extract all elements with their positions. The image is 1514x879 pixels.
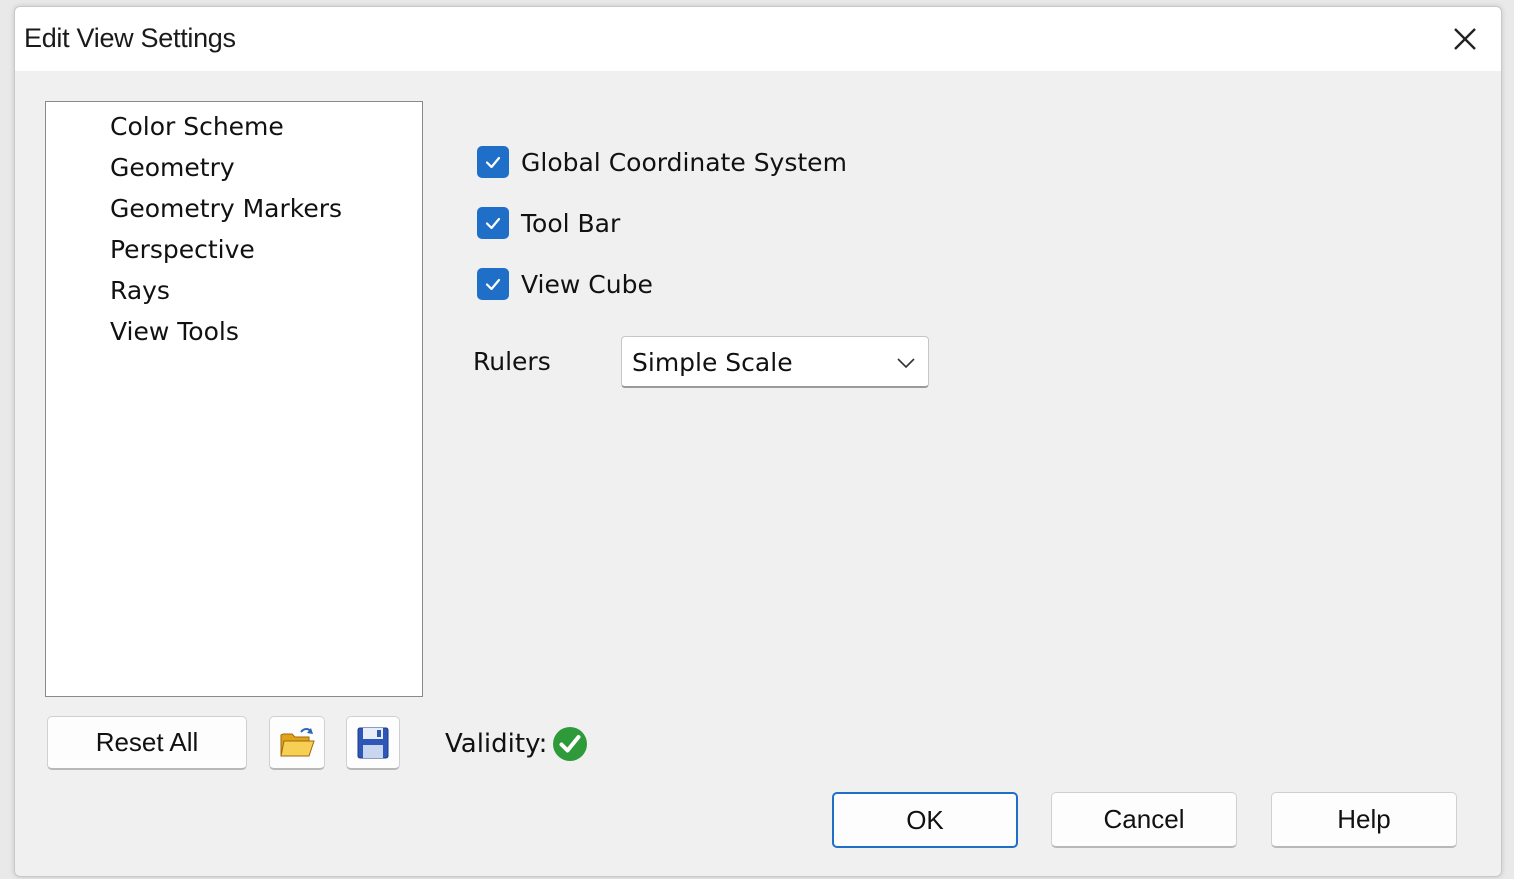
title-bar: Edit View Settings — [15, 7, 1501, 71]
rulers-select[interactable]: Simple Scale — [621, 336, 929, 388]
rulers-label: Rulers — [473, 347, 551, 376]
dialog-title: Edit View Settings — [24, 23, 236, 53]
tree-item-view-tools[interactable]: View Tools — [110, 317, 239, 346]
view-cube-option[interactable]: View Cube — [477, 266, 653, 302]
validity-label: Validity: — [445, 729, 548, 759]
save-disk-icon — [357, 727, 389, 758]
global-coordinate-system-option[interactable]: Global Coordinate System — [477, 144, 847, 180]
chevron-down-icon — [897, 358, 915, 369]
close-icon — [1454, 28, 1476, 50]
edit-view-settings-dialog: Edit View Settings Color Scheme Geometry… — [14, 6, 1502, 877]
validity-indicator: Validity: — [445, 725, 589, 763]
ok-button[interactable]: OK — [832, 792, 1018, 848]
save-settings-button[interactable] — [346, 716, 400, 770]
checkmark-icon — [485, 156, 501, 169]
help-button[interactable]: Help — [1271, 792, 1457, 848]
view-cube-label: View Cube — [521, 269, 653, 299]
valid-check-icon — [551, 725, 589, 763]
cancel-button[interactable]: Cancel — [1051, 792, 1237, 848]
reset-all-button[interactable]: Reset All — [47, 716, 247, 770]
checkmark-icon — [485, 278, 501, 291]
global-coordinate-system-label: Global Coordinate System — [521, 147, 847, 177]
tool-bar-label: Tool Bar — [521, 208, 621, 238]
close-button[interactable] — [1447, 21, 1483, 57]
open-folder-icon — [280, 727, 315, 756]
rulers-selected-value: Simple Scale — [632, 348, 793, 377]
tree-item-color-scheme[interactable]: Color Scheme — [110, 112, 284, 141]
view-cube-checkbox[interactable] — [477, 268, 509, 300]
settings-category-tree[interactable]: Color Scheme Geometry Geometry Markers P… — [45, 101, 423, 697]
checkmark-icon — [485, 217, 501, 230]
open-settings-button[interactable] — [269, 716, 325, 770]
tool-bar-checkbox[interactable] — [477, 207, 509, 239]
tree-item-geometry-markers[interactable]: Geometry Markers — [110, 194, 342, 223]
tool-bar-option[interactable]: Tool Bar — [477, 205, 620, 241]
tree-item-geometry[interactable]: Geometry — [110, 153, 235, 182]
global-coordinate-system-checkbox[interactable] — [477, 146, 509, 178]
tree-item-perspective[interactable]: Perspective — [110, 235, 255, 264]
tree-item-rays[interactable]: Rays — [110, 276, 170, 305]
